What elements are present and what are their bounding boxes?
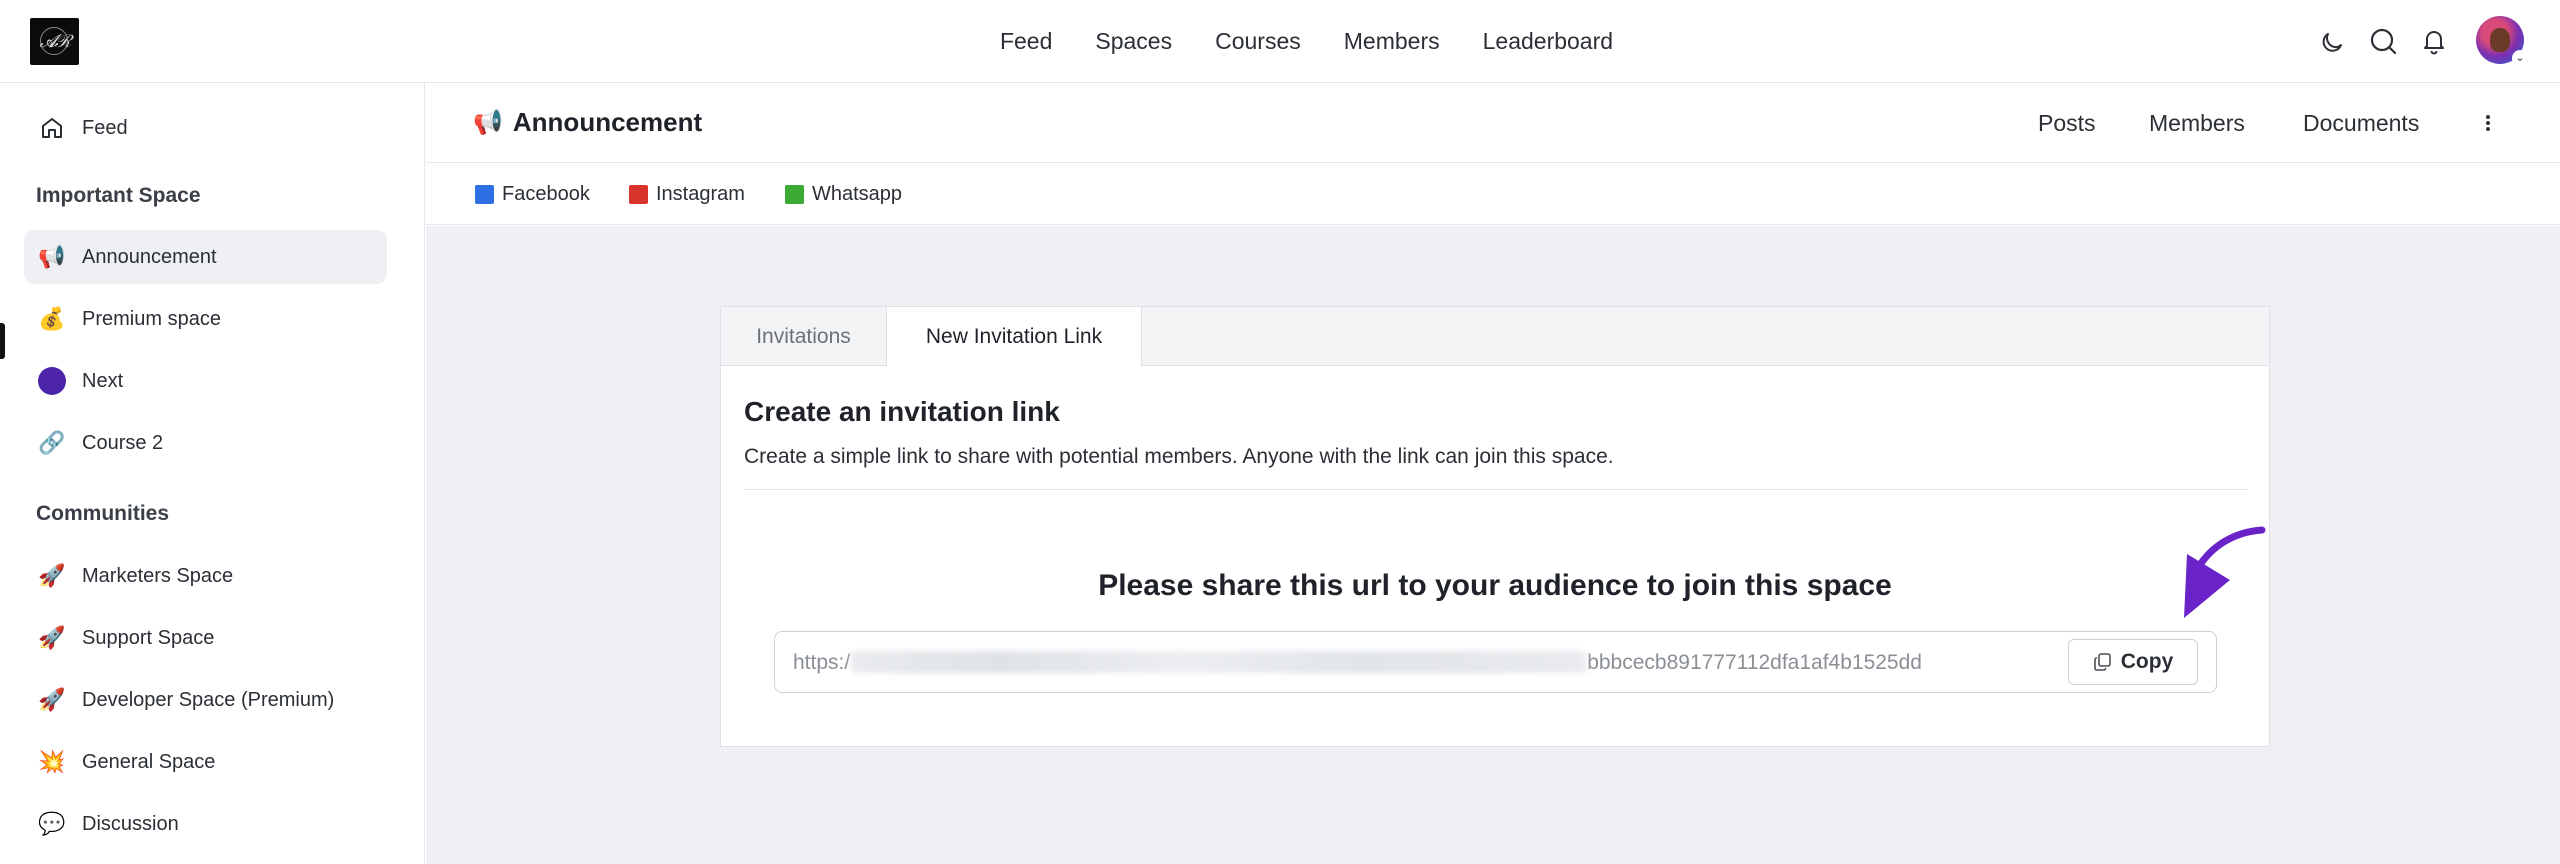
link-label: Whatsapp bbox=[812, 183, 903, 205]
invitation-url-field[interactable]: https:/ bbbcecb891777112dfa1af4b1525dd C… bbox=[774, 631, 2217, 693]
sidebar-item-general-space[interactable]: 💥 General Space bbox=[24, 735, 387, 789]
logo-ring bbox=[40, 27, 68, 55]
megaphone-icon: 📢 bbox=[38, 244, 66, 269]
communities-heading: Communities bbox=[36, 502, 170, 525]
rocket-icon: 🚀 bbox=[38, 563, 66, 588]
top-navigation-bar: 𝓐ℛ Feed Spaces Courses Members Leaderboa… bbox=[0, 0, 2560, 83]
space-title: Announcement bbox=[512, 107, 703, 137]
copy-icon bbox=[2093, 653, 2111, 671]
space-header: 📢 Announcement Posts Members Documents bbox=[426, 83, 2560, 163]
invitation-url: https:/ bbbcecb891777112dfa1af4b1525dd bbox=[793, 651, 1922, 675]
sidebar-item-feed[interactable]: Feed bbox=[24, 101, 387, 155]
sidebar-item-course-2[interactable]: 🔗 Course 2 bbox=[24, 416, 387, 470]
important-space-heading: Important Space bbox=[36, 184, 201, 207]
nav-leaderboard[interactable]: Leaderboard bbox=[1483, 28, 1613, 55]
link-icon: 🔗 bbox=[38, 430, 66, 455]
invitation-card: Invitations New Invitation Link Create a… bbox=[720, 306, 2270, 747]
dark-mode-moon-icon[interactable] bbox=[2317, 26, 2347, 56]
red-square-icon bbox=[629, 185, 648, 204]
divider bbox=[744, 489, 2247, 490]
link-instagram[interactable]: Instagram bbox=[629, 183, 745, 206]
home-icon bbox=[37, 113, 67, 143]
sidebar-item-label: Feed bbox=[82, 116, 128, 139]
sidebar-item-next[interactable]: Next bbox=[24, 354, 387, 408]
url-redacted-blur bbox=[851, 651, 1587, 673]
card-title: Create an invitation link bbox=[744, 396, 1060, 427]
community-logo[interactable]: 𝓐ℛ bbox=[30, 18, 79, 65]
invitation-tabs: Invitations New Invitation Link bbox=[721, 307, 2269, 367]
sidebar-item-label: Discussion bbox=[82, 812, 179, 835]
avatar-face bbox=[2490, 28, 2510, 52]
purple-circle-icon bbox=[37, 366, 67, 396]
active-indicator bbox=[0, 323, 5, 359]
sidebar-item-label: Marketers Space bbox=[82, 564, 234, 587]
main-nav: Feed Spaces Courses Members Leaderboard bbox=[0, 0, 2560, 83]
space-title-group: 📢 Announcement bbox=[473, 107, 702, 138]
nav-members[interactable]: Members bbox=[1344, 28, 1440, 55]
link-label: Instagram bbox=[656, 183, 745, 205]
sidebar-item-marketers-space[interactable]: 🚀 Marketers Space bbox=[24, 549, 387, 603]
sidebar-item-premium-space[interactable]: 💰 Premium space bbox=[24, 292, 387, 346]
url-suffix: bbbcecb891777112dfa1af4b1525dd bbox=[1587, 651, 1922, 674]
tab-posts[interactable]: Posts bbox=[2038, 110, 2096, 137]
tab-invitations[interactable]: Invitations bbox=[721, 307, 887, 366]
rocket-icon: 🚀 bbox=[38, 625, 66, 650]
nav-courses[interactable]: Courses bbox=[1215, 28, 1301, 55]
megaphone-icon: 📢 bbox=[473, 109, 503, 136]
url-prefix: https:/ bbox=[793, 651, 851, 674]
sidebar-item-label: Next bbox=[82, 369, 124, 392]
nav-feed[interactable]: Feed bbox=[1000, 28, 1052, 55]
more-options-icon[interactable] bbox=[2478, 109, 2498, 137]
card-description: Create a simple link to share with poten… bbox=[744, 445, 1614, 468]
chevron-down-icon[interactable]: ⌄ bbox=[2512, 50, 2528, 66]
sidebar-item-support-space[interactable]: 🚀 Support Space bbox=[24, 611, 387, 665]
link-label: Facebook bbox=[502, 183, 590, 205]
copy-label: Copy bbox=[2120, 650, 2174, 673]
tab-new-invitation-link[interactable]: New Invitation Link bbox=[887, 307, 1142, 367]
sidebar-item-discussion[interactable]: 💬 Discussion bbox=[24, 797, 387, 851]
notification-bell-icon[interactable] bbox=[2419, 26, 2449, 56]
sidebar-item-label: Support Space bbox=[82, 626, 215, 649]
share-heading: Please share this url to your audience t… bbox=[1098, 569, 1892, 602]
sidebar-item-developer-space[interactable]: 🚀 Developer Space (Premium) bbox=[24, 673, 387, 727]
annotation-arrow-icon bbox=[2184, 526, 2266, 618]
link-whatsapp[interactable]: Whatsapp bbox=[785, 183, 902, 206]
link-facebook[interactable]: Facebook bbox=[475, 183, 590, 206]
sidebar-item-label: Course 2 bbox=[82, 431, 164, 454]
rocket-icon: 🚀 bbox=[38, 687, 66, 712]
speech-bubble-icon: 💬 bbox=[38, 811, 66, 836]
space-links-bar: Facebook Instagram Whatsapp bbox=[426, 164, 2560, 225]
money-bag-icon: 💰 bbox=[38, 306, 66, 331]
sidebar-item-label: Developer Space (Premium) bbox=[82, 688, 335, 711]
tab-members[interactable]: Members bbox=[2149, 110, 2245, 137]
nav-spaces[interactable]: Spaces bbox=[1095, 28, 1172, 55]
green-square-icon bbox=[785, 185, 804, 204]
search-icon[interactable] bbox=[2368, 26, 2398, 56]
sidebar-item-label: General Space bbox=[82, 750, 216, 773]
collision-icon: 💥 bbox=[38, 749, 66, 774]
sidebar-item-label: Announcement bbox=[82, 245, 217, 268]
sidebar-item-label: Premium space bbox=[82, 307, 221, 330]
copy-button[interactable]: Copy bbox=[2068, 639, 2198, 685]
sidebar-item-announcement[interactable]: 📢 Announcement bbox=[24, 230, 387, 284]
tab-documents[interactable]: Documents bbox=[2303, 110, 2419, 137]
blue-square-icon bbox=[475, 185, 494, 204]
sidebar: Feed Important Space 📢 Announcement 💰 Pr… bbox=[0, 83, 425, 864]
